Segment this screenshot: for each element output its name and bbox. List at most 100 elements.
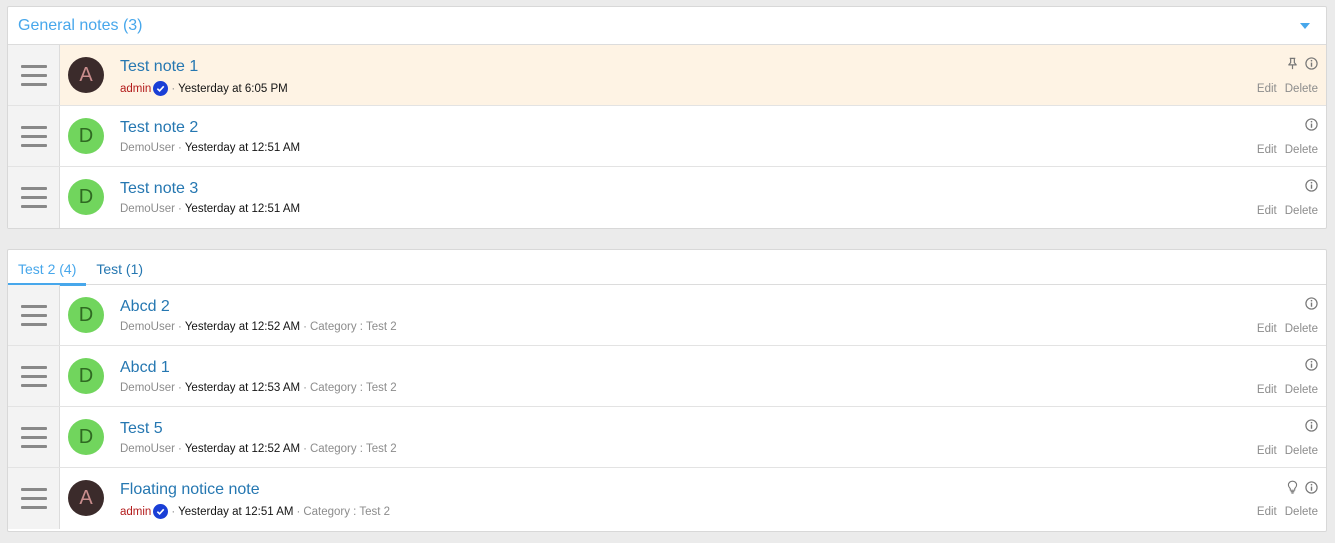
- note-content: D Test note 3 DemoUser · Yesterday at 12…: [60, 167, 1326, 228]
- avatar[interactable]: D: [68, 358, 104, 394]
- note-content: D Test note 2 DemoUser · Yesterday at 12…: [60, 106, 1326, 166]
- tab-test[interactable]: Test (1): [86, 261, 153, 284]
- general-notes-title[interactable]: General notes (3): [18, 17, 143, 35]
- note-icons: [1286, 57, 1318, 70]
- note-time: Yesterday at 12:51 AM: [184, 203, 301, 215]
- delete-button[interactable]: Delete: [1285, 384, 1318, 396]
- note-row: D Abcd 1 DemoUser · Yesterday at 12:53 A…: [8, 346, 1326, 407]
- note-time: Yesterday at 12:52 AM: [184, 321, 301, 333]
- pin-icon[interactable]: [1286, 57, 1299, 70]
- drag-handle-icon[interactable]: [8, 106, 60, 166]
- meta-separator: ·: [177, 203, 182, 215]
- meta-separator: ·: [177, 382, 182, 394]
- edit-button[interactable]: Edit: [1257, 445, 1277, 457]
- avatar[interactable]: A: [68, 480, 104, 516]
- note-title[interactable]: Test note 2: [120, 119, 198, 137]
- tab-test-2[interactable]: Test 2 (4): [8, 261, 87, 286]
- meta-separator: ·: [296, 505, 301, 518]
- info-icon[interactable]: [1305, 57, 1318, 70]
- note-content: A Test note 1 admin · Yesterday at 6:05 …: [60, 45, 1326, 105]
- meta-separator: ·: [303, 382, 307, 394]
- drag-handle-icon[interactable]: [8, 167, 60, 228]
- note-title[interactable]: Floating notice note: [120, 481, 260, 499]
- edit-button[interactable]: Edit: [1257, 205, 1277, 217]
- note-author[interactable]: admin: [120, 506, 151, 518]
- note-author[interactable]: DemoUser: [120, 203, 175, 215]
- delete-button[interactable]: Delete: [1285, 205, 1318, 217]
- edit-button[interactable]: Edit: [1257, 506, 1277, 518]
- note-author[interactable]: DemoUser: [120, 443, 175, 455]
- note-row: D Test 5 DemoUser · Yesterday at 12:52 A…: [8, 407, 1326, 468]
- meta-separator: ·: [303, 321, 307, 333]
- delete-button[interactable]: Delete: [1285, 323, 1318, 335]
- meta-separator: ·: [303, 443, 307, 455]
- note-author[interactable]: DemoUser: [120, 142, 175, 154]
- note-row: A Floating notice note admin · Yesterday…: [8, 468, 1326, 529]
- info-icon[interactable]: [1305, 297, 1318, 310]
- note-meta: DemoUser · Yesterday at 12:52 AM · Categ…: [120, 321, 397, 333]
- info-icon[interactable]: [1305, 480, 1318, 494]
- drag-handle-icon[interactable]: [8, 285, 60, 345]
- note-actions: Edit Delete: [1257, 144, 1318, 156]
- note-meta: DemoUser · Yesterday at 12:53 AM · Categ…: [120, 382, 397, 394]
- note-content: A Floating notice note admin · Yesterday…: [60, 468, 1326, 529]
- delete-button[interactable]: Delete: [1285, 506, 1318, 518]
- info-icon[interactable]: [1305, 118, 1318, 131]
- note-row: D Test note 2 DemoUser · Yesterday at 12…: [8, 106, 1326, 167]
- info-icon[interactable]: [1305, 358, 1318, 371]
- note-meta: DemoUser · Yesterday at 12:51 AM: [120, 142, 300, 154]
- note-title[interactable]: Abcd 1: [120, 359, 170, 377]
- edit-button[interactable]: Edit: [1257, 144, 1277, 156]
- meta-separator: ·: [177, 443, 182, 455]
- avatar[interactable]: A: [68, 57, 104, 93]
- drag-handle-icon[interactable]: [8, 45, 60, 105]
- note-icons: [1305, 419, 1318, 432]
- edit-button[interactable]: Edit: [1257, 83, 1277, 95]
- note-category: Category : Test 2: [309, 443, 397, 455]
- info-icon[interactable]: [1305, 179, 1318, 192]
- drag-handle-icon[interactable]: [8, 407, 60, 467]
- note-row: A Test note 1 admin · Yesterday at 6:05 …: [8, 45, 1326, 106]
- note-row: D Abcd 2 DemoUser · Yesterday at 12:52 A…: [8, 285, 1326, 346]
- note-actions: Edit Delete: [1257, 83, 1318, 95]
- note-time: Yesterday at 6:05 PM: [178, 82, 288, 95]
- delete-button[interactable]: Delete: [1285, 83, 1318, 95]
- general-notes-panel: General notes (3) A Test note 1 admin · …: [7, 6, 1327, 229]
- note-time: Yesterday at 12:53 AM: [184, 382, 301, 394]
- avatar[interactable]: D: [68, 118, 104, 154]
- note-category: Category : Test 2: [309, 382, 397, 394]
- note-author[interactable]: DemoUser: [120, 382, 175, 394]
- edit-button[interactable]: Edit: [1257, 323, 1277, 335]
- note-author[interactable]: admin: [120, 83, 151, 95]
- note-time: Yesterday at 12:52 AM: [184, 443, 301, 455]
- note-author[interactable]: DemoUser: [120, 321, 175, 333]
- delete-button[interactable]: Delete: [1285, 144, 1318, 156]
- avatar[interactable]: D: [68, 297, 104, 333]
- category-tabs: Test 2 (4) Test (1): [8, 250, 1326, 286]
- note-icons: [1305, 179, 1318, 192]
- caret-down-icon[interactable]: [1300, 23, 1310, 29]
- note-actions: Edit Delete: [1257, 384, 1318, 396]
- note-title[interactable]: Test note 3: [120, 180, 198, 198]
- meta-separator: ·: [171, 82, 176, 95]
- note-title[interactable]: Test note 1: [120, 58, 198, 76]
- note-content: D Abcd 2 DemoUser · Yesterday at 12:52 A…: [60, 285, 1326, 345]
- note-icons: [1305, 297, 1318, 310]
- edit-button[interactable]: Edit: [1257, 384, 1277, 396]
- note-actions: Edit Delete: [1257, 506, 1318, 518]
- avatar[interactable]: D: [68, 419, 104, 455]
- meta-separator: ·: [171, 505, 176, 518]
- general-notes-header[interactable]: General notes (3): [8, 7, 1326, 45]
- note-icons: [1286, 480, 1318, 494]
- note-time: Yesterday at 12:51 AM: [184, 142, 301, 154]
- drag-handle-icon[interactable]: [8, 346, 60, 406]
- note-title[interactable]: Abcd 2: [120, 298, 170, 316]
- lightbulb-icon[interactable]: [1286, 480, 1299, 494]
- info-icon[interactable]: [1305, 419, 1318, 432]
- drag-handle-icon[interactable]: [8, 468, 60, 529]
- note-time: Yesterday at 12:51 AM: [178, 505, 294, 518]
- verified-badge-icon: [153, 81, 169, 96]
- delete-button[interactable]: Delete: [1285, 445, 1318, 457]
- avatar[interactable]: D: [68, 179, 104, 215]
- note-title[interactable]: Test 5: [120, 420, 163, 438]
